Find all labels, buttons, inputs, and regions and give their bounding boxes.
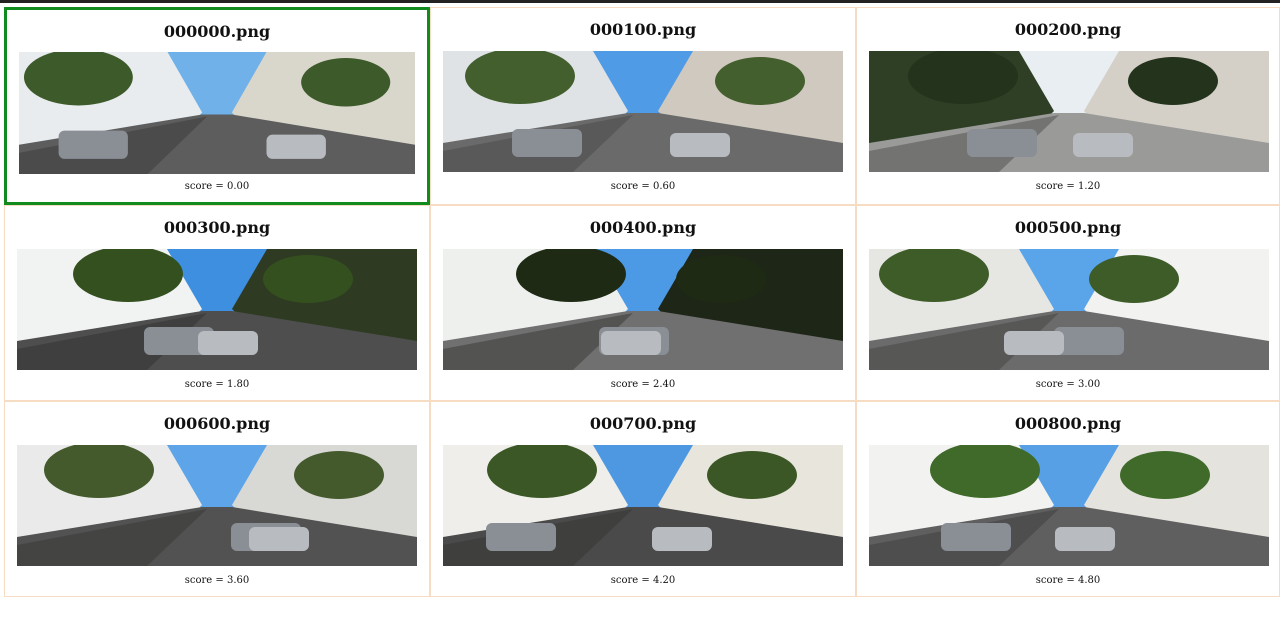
result-card[interactable]: 000100.png score = 0.60 (430, 7, 856, 205)
street-scene-image (869, 249, 1269, 370)
street-scene-image (443, 51, 843, 172)
street-scene-image (17, 249, 417, 370)
parked-car (58, 130, 128, 159)
tree (1120, 451, 1210, 499)
parked-car (1054, 327, 1124, 355)
result-card[interactable]: 000600.png score = 3.60 (4, 401, 430, 597)
result-score: score = 3.00 (1035, 379, 1101, 390)
parked-car (512, 129, 582, 157)
result-card[interactable]: 000500.png score = 3.00 (856, 205, 1280, 401)
street-scene-image (19, 52, 415, 174)
parked-car (486, 523, 556, 551)
result-filename: 000500.png (1014, 218, 1122, 237)
results-grid: 000000.png score = 0.00 000100.png score… (4, 7, 1280, 597)
parked-car (249, 527, 309, 551)
result-score: score = 0.60 (610, 181, 676, 192)
result-filename: 000400.png (589, 218, 697, 237)
tree (715, 57, 805, 105)
result-card[interactable]: 000700.png score = 4.20 (430, 401, 856, 597)
result-thumbnail[interactable] (869, 249, 1269, 370)
parked-car (266, 134, 326, 159)
result-card[interactable]: 000300.png score = 1.80 (4, 205, 430, 401)
result-score: score = 2.40 (610, 379, 676, 390)
parked-car (941, 523, 1011, 551)
result-thumbnail[interactable] (869, 445, 1269, 566)
result-card[interactable]: 000800.png score = 4.80 (856, 401, 1280, 597)
result-thumbnail[interactable] (869, 51, 1269, 172)
tree (707, 451, 797, 499)
result-card[interactable]: 000200.png score = 1.20 (856, 7, 1280, 205)
result-score: score = 1.20 (1035, 181, 1101, 192)
result-score: score = 4.20 (610, 575, 676, 586)
result-filename: 000800.png (1014, 414, 1122, 433)
parked-car (198, 331, 258, 355)
result-score: score = 0.00 (184, 181, 250, 192)
result-filename: 000600.png (163, 414, 271, 433)
parked-car (1073, 133, 1133, 157)
result-thumbnail[interactable] (443, 51, 843, 172)
result-card[interactable]: 000400.png score = 2.40 (430, 205, 856, 401)
result-filename: 000100.png (589, 20, 697, 39)
tree (1128, 57, 1218, 105)
tree (263, 255, 353, 303)
parked-car (1055, 527, 1115, 551)
result-score: score = 1.80 (184, 379, 250, 390)
parked-car (1004, 331, 1064, 355)
parked-car (601, 331, 661, 355)
result-filename: 000700.png (589, 414, 697, 433)
parked-car (670, 133, 730, 157)
tree (1089, 255, 1179, 303)
result-card[interactable]: 000000.png score = 0.00 (4, 7, 430, 205)
parked-car (652, 527, 712, 551)
top-border (0, 0, 1280, 3)
street-scene-image (443, 249, 843, 370)
result-score: score = 4.80 (1035, 575, 1101, 586)
street-scene-image (443, 445, 843, 566)
result-thumbnail[interactable] (19, 52, 415, 174)
result-thumbnail[interactable] (17, 445, 417, 566)
street-scene-image (869, 51, 1269, 172)
result-thumbnail[interactable] (443, 445, 843, 566)
street-scene-image (17, 445, 417, 566)
result-filename: 000200.png (1014, 20, 1122, 39)
result-filename: 000000.png (163, 22, 271, 41)
result-thumbnail[interactable] (17, 249, 417, 370)
tree (294, 451, 384, 499)
tree (301, 58, 391, 107)
tree (676, 255, 766, 303)
result-thumbnail[interactable] (443, 249, 843, 370)
result-score: score = 3.60 (184, 575, 250, 586)
street-scene-image (869, 445, 1269, 566)
parked-car (967, 129, 1037, 157)
result-filename: 000300.png (163, 218, 271, 237)
